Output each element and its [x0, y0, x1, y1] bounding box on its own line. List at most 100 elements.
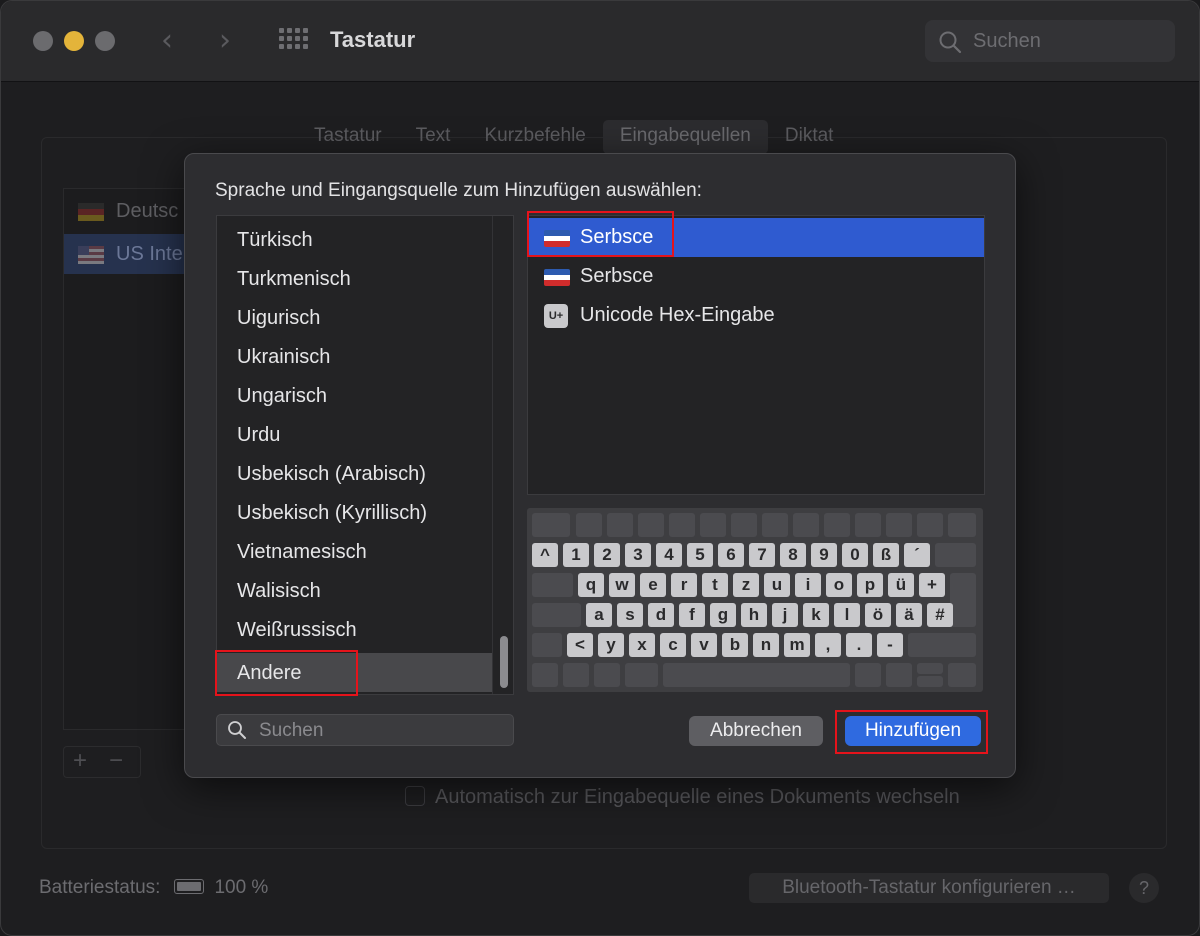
keyboard-key: 8 — [780, 543, 806, 567]
forward-chevron-icon[interactable]: › — [219, 23, 231, 58]
keyboard-key — [607, 513, 633, 537]
search-icon — [939, 31, 962, 54]
keyboard-key: x — [629, 633, 655, 657]
language-item[interactable]: Uigurisch — [217, 298, 493, 337]
language-label: Ungarisch — [237, 385, 328, 407]
keyboard-key: < — [567, 633, 593, 657]
source-item-unicode-hex[interactable]: U+ Unicode Hex-Eingabe — [528, 296, 984, 335]
dialog-title: Sprache und Eingangsquelle zum Hinzufüge… — [215, 180, 702, 201]
source-label: Serbsce — [580, 226, 654, 248]
show-all-grid-icon[interactable] — [279, 28, 308, 54]
language-search-input[interactable]: Suchen — [216, 714, 514, 746]
help-button[interactable]: ? — [1129, 873, 1159, 903]
search-placeholder: Suchen — [259, 720, 324, 741]
language-item[interactable]: Usbekisch (Arabisch) — [217, 454, 493, 493]
tab-kurzbefehle[interactable]: Kurzbefehle — [467, 120, 602, 154]
keyboard-key — [669, 513, 695, 537]
battery-label: Batteriestatus: — [39, 877, 161, 898]
source-item-serbsce[interactable]: Serbsce — [528, 257, 984, 296]
keyboard-key — [908, 633, 976, 657]
keyboard-key — [532, 633, 562, 657]
language-label: Usbekisch (Kyrillisch) — [237, 502, 428, 524]
keyboard-key: a — [586, 603, 612, 627]
keyboard-key — [731, 513, 757, 537]
window-title: Tastatur — [330, 27, 416, 52]
minimize-window-button[interactable] — [64, 31, 84, 51]
auto-switch-option[interactable]: Automatisch zur Eingabequelle eines Doku… — [405, 786, 960, 809]
back-chevron-icon[interactable]: ‹ — [161, 23, 173, 58]
language-item[interactable]: Usbekisch (Kyrillisch) — [217, 493, 493, 532]
tab-text[interactable]: Text — [399, 120, 468, 154]
keyboard-key — [576, 513, 602, 537]
language-list-scrollbar[interactable] — [492, 216, 513, 694]
keyboard-key: + — [919, 573, 945, 597]
zoom-window-button[interactable] — [95, 31, 115, 51]
keyboard-key: f — [679, 603, 705, 627]
auto-switch-checkbox[interactable] — [405, 786, 425, 806]
keyboard-space-key — [663, 663, 850, 687]
keyboard-key — [886, 513, 912, 537]
keyboard-key — [917, 676, 943, 687]
keyboard-key: k — [803, 603, 829, 627]
scrollbar-thumb[interactable] — [500, 636, 508, 688]
language-item[interactable]: Walisisch — [217, 571, 493, 610]
keyboard-key — [948, 513, 976, 537]
tab-diktat[interactable]: Diktat — [768, 120, 851, 154]
close-window-button[interactable] — [33, 31, 53, 51]
keyboard-key: q — [578, 573, 604, 597]
keyboard-key: ^ — [532, 543, 558, 567]
source-item-serbsce[interactable]: Serbsce — [528, 218, 984, 257]
cancel-button[interactable]: Abbrechen — [689, 716, 823, 746]
add-source-button[interactable]: + — [73, 747, 87, 775]
tab-tastatur[interactable]: Tastatur — [297, 120, 399, 154]
keyboard-key: 5 — [687, 543, 713, 567]
keyboard-key: - — [877, 633, 903, 657]
keyboard-key: m — [784, 633, 810, 657]
keyboard-key: ö — [865, 603, 891, 627]
language-item[interactable]: Weißrussisch — [217, 610, 493, 649]
language-list[interactable]: Türkisch Turkmenisch Uigurisch Ukrainisc… — [216, 215, 514, 695]
keyboard-key: 6 — [718, 543, 744, 567]
language-label: Andere — [237, 662, 302, 684]
keyboard-key — [762, 513, 788, 537]
add-remove-control: + − — [63, 746, 141, 778]
language-label: Türkisch — [237, 229, 313, 251]
language-item[interactable]: Turkmenisch — [217, 259, 493, 298]
bluetooth-keyboard-button[interactable]: Bluetooth-Tastatur konfigurieren … — [749, 873, 1109, 903]
keyboard-key: 3 — [625, 543, 651, 567]
language-item-andere[interactable]: Andere — [217, 653, 493, 692]
keyboard-key: ä — [896, 603, 922, 627]
keyboard-key: u — [764, 573, 790, 597]
language-label: Uigurisch — [237, 307, 321, 329]
keyboard-key: 4 — [656, 543, 682, 567]
keyboard-key — [935, 543, 976, 567]
add-button[interactable]: Hinzufügen — [845, 716, 981, 746]
search-icon — [228, 721, 246, 739]
input-source-options[interactable]: Serbsce Serbsce U+ Unicode Hex-Eingabe — [527, 215, 985, 495]
language-item[interactable]: Ungarisch — [217, 376, 493, 415]
window-search-input[interactable]: Suchen — [925, 20, 1175, 62]
language-label: Usbekisch (Arabisch) — [237, 463, 426, 485]
keyboard-key: l — [834, 603, 860, 627]
language-item[interactable]: Türkisch — [217, 220, 493, 259]
language-item[interactable]: Ukrainisch — [217, 337, 493, 376]
keyboard-key: i — [795, 573, 821, 597]
search-placeholder: Suchen — [973, 30, 1041, 52]
keyboard-key: t — [702, 573, 728, 597]
keyboard-key — [793, 513, 819, 537]
keyboard-key — [625, 663, 658, 687]
battery-value: 100 % — [214, 877, 269, 898]
source-label: Unicode Hex-Eingabe — [580, 304, 775, 326]
language-label: Urdu — [237, 424, 281, 446]
battery-icon — [174, 879, 205, 894]
remove-source-button[interactable]: − — [109, 747, 123, 775]
keyboard-key: ß — [873, 543, 899, 567]
language-item[interactable]: Vietnamesisch — [217, 532, 493, 571]
keyboard-key: 7 — [749, 543, 775, 567]
keyboard-key: e — [640, 573, 666, 597]
german-flag-icon — [78, 203, 104, 221]
tab-eingabequellen[interactable]: Eingabequellen — [602, 120, 768, 154]
keyboard-key — [594, 663, 620, 687]
language-item[interactable]: Urdu — [217, 415, 493, 454]
us-flag-icon — [78, 246, 104, 264]
